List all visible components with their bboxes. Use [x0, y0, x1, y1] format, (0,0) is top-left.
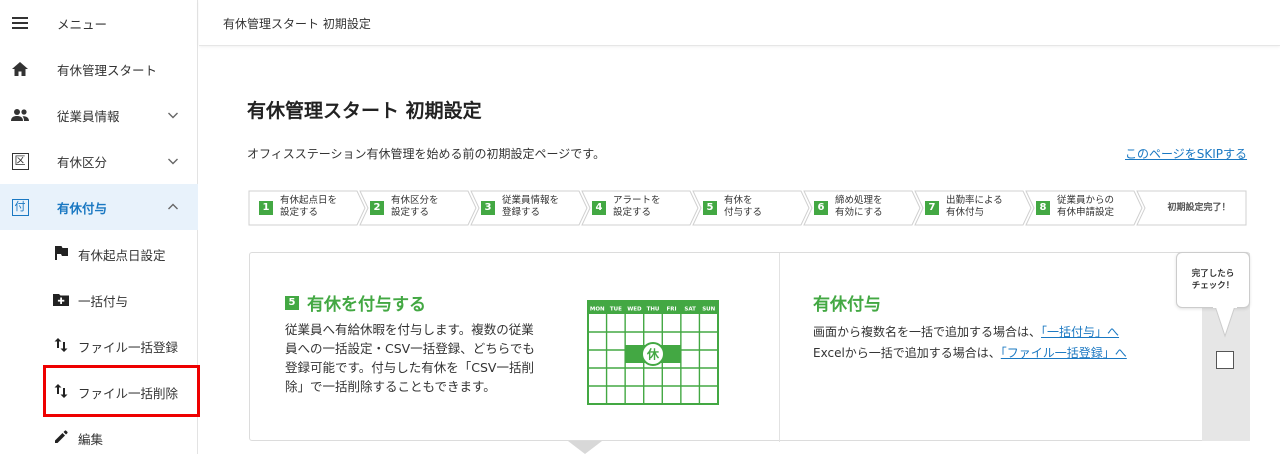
- step-4: 4 アラートを 設定する: [581, 190, 699, 226]
- sidebar: メニュー 有休管理スタート 従業員情報 区 有休区分 付 有休付与 有休起点日設…: [0, 0, 200, 454]
- right-heading: 有休付与: [813, 295, 881, 315]
- page-title: 有休管理スタート 初期設定: [247, 100, 482, 122]
- swap-vertical-icon: [51, 335, 71, 355]
- calendar-day-label: SAT: [684, 307, 696, 313]
- intro-text: オフィスステーション有休管理を始める前の初期設定ページです。: [247, 147, 606, 161]
- menu-toggle[interactable]: メニュー: [0, 0, 198, 46]
- step-number-badge: 5: [285, 295, 299, 310]
- step-number-badge: 1: [259, 201, 273, 215]
- complete-checkbox[interactable]: [1216, 351, 1234, 369]
- step-3: 3 従業員情報を 登録する: [470, 190, 588, 226]
- check-tooltip: 完了したら チェック！: [1176, 252, 1250, 308]
- calendar-day-label: MON: [590, 307, 605, 313]
- step-1: 1 有休起点日を 設定する: [248, 190, 366, 226]
- add-box-icon: [51, 289, 71, 309]
- step-number-badge: 5: [703, 201, 717, 215]
- step-label: 有休起点日を 設定する: [280, 195, 338, 218]
- calendar-day-label: WED: [627, 307, 642, 313]
- down-pointer-icon: [568, 441, 602, 454]
- left-description: 従業員へ有給休暇を付与します。複数の従業員への一括設定・CSV一括登録、どちらで…: [285, 322, 535, 394]
- top-header: 有休管理スタート 初期設定: [199, 0, 1280, 46]
- card-divider: [779, 253, 780, 442]
- tooltip-tail: [1213, 306, 1237, 338]
- ikkatsu-fuyo-link[interactable]: 「一括付与」へ: [1041, 325, 1119, 339]
- home-icon: [10, 59, 30, 79]
- step-label: 従業員からの 有休申請設定: [1057, 195, 1115, 218]
- sidebar-subitem-label: ファイル一括登録: [78, 340, 179, 355]
- chevron-down-icon[interactable]: [166, 154, 180, 168]
- step-2: 2 有休区分を 設定する: [359, 190, 477, 226]
- step-number-badge: 6: [814, 201, 828, 215]
- menu-label: メニュー: [57, 16, 108, 32]
- check-tooltip-text: 完了したら チェック！: [1177, 268, 1249, 292]
- step-final: 初期設定完了！: [1136, 190, 1254, 226]
- step-label: 出勤率による 有休付与: [946, 195, 1003, 218]
- step-label: 従業員情報を 登録する: [502, 195, 560, 218]
- step-5: 5 有休を 付与する: [692, 190, 810, 226]
- step-label: 初期設定完了！: [1167, 203, 1231, 213]
- sidebar-subitem-ikkatsu-fuyo[interactable]: 一括付与: [0, 276, 198, 322]
- sidebar-item-yukyu-kubun[interactable]: 区 有休区分: [0, 138, 198, 184]
- step-8: 8 従業員からの 有休申請設定: [1025, 190, 1143, 226]
- calendar-day-label: THU: [647, 307, 660, 313]
- check-tooltip-line2: チェック！: [1191, 281, 1235, 291]
- sidebar-subitem-henshu[interactable]: 編集: [0, 414, 198, 454]
- check-tooltip-line1: 完了したら: [1191, 269, 1235, 279]
- left-heading: 5 有休を付与する: [285, 290, 426, 315]
- step-number-badge: 4: [592, 201, 606, 215]
- calendar-illustration: MON TUE WED THU FRI SAT SUN 休: [587, 300, 719, 405]
- step-label: 有休区分を 設定する: [391, 195, 439, 218]
- people-icon: [10, 105, 30, 125]
- sidebar-subitem-file-touroku[interactable]: ファイル一括登録: [0, 322, 198, 368]
- file-touroku-link[interactable]: 「ファイル一括登録」へ: [1001, 346, 1127, 360]
- chevron-down-icon[interactable]: [166, 108, 180, 122]
- fuyo-icon: 付: [10, 197, 30, 217]
- sidebar-item-label: 有休区分: [57, 154, 108, 170]
- step-label: アラートを 設定する: [613, 195, 661, 218]
- kubun-icon: 区: [10, 151, 30, 171]
- sidebar-item-label: 有休付与: [57, 200, 108, 216]
- sidebar-item-yukyu-fuyo[interactable]: 付 有休付与: [0, 184, 198, 230]
- sidebar-subitem-label: 編集: [78, 432, 104, 447]
- step-6: 6 締め処理を 有効にする: [803, 190, 921, 226]
- step-7: 7 出勤率による 有休付与: [914, 190, 1032, 226]
- setup-card: 5 有休を付与する 従業員へ有給休暇を付与します。複数の従業員への一括設定・CS…: [249, 252, 1250, 442]
- flag-icon: [51, 243, 71, 263]
- step-number-badge: 8: [1036, 201, 1050, 215]
- sidebar-item-label: 有休管理スタート: [57, 62, 158, 78]
- chevron-up-icon[interactable]: [166, 200, 180, 214]
- skip-page-link[interactable]: このページをSKIPする: [1125, 145, 1247, 162]
- header-title: 有休管理スタート 初期設定: [223, 17, 371, 31]
- sidebar-item-yukyu-start[interactable]: 有休管理スタート: [0, 46, 198, 92]
- left-heading-text: 有休を付与する: [307, 295, 426, 315]
- step-number-badge: 7: [925, 201, 939, 215]
- sidebar-subitem-label: 一括付与: [78, 294, 129, 309]
- hamburger-icon[interactable]: [10, 13, 30, 33]
- highlight-annotation: [43, 365, 200, 417]
- calendar-day-label: SUN: [702, 307, 715, 313]
- step-label: 締め処理を 有効にする: [835, 195, 883, 218]
- sidebar-subitem-kitenbi[interactable]: 有休起点日設定: [0, 230, 198, 276]
- line2-text: Excelから一括で追加する場合は、: [813, 346, 1001, 360]
- step-label: 有休を 付与する: [724, 195, 763, 218]
- sidebar-item-label: 従業員情報: [57, 108, 120, 124]
- calendar-badge-text: 休: [646, 347, 660, 362]
- pencil-icon: [51, 427, 71, 447]
- step-number-badge: 3: [481, 201, 495, 215]
- calendar-day-label: FRI: [667, 307, 677, 313]
- line1-text: 画面から複数名を一括で追加する場合は、: [813, 325, 1042, 339]
- calendar-day-label: TUE: [610, 307, 622, 313]
- step-number-badge: 2: [370, 201, 384, 215]
- sidebar-subitem-label: 有休起点日設定: [78, 248, 166, 263]
- right-description: 画面から複数名を一括で追加する場合は、「一括付与」へ Excelから一括で追加す…: [813, 322, 1127, 364]
- sidebar-item-employee-info[interactable]: 従業員情報: [0, 92, 198, 138]
- app-root: メニュー 有休管理スタート 従業員情報 区 有休区分 付 有休付与 有休起点日設…: [0, 0, 1280, 454]
